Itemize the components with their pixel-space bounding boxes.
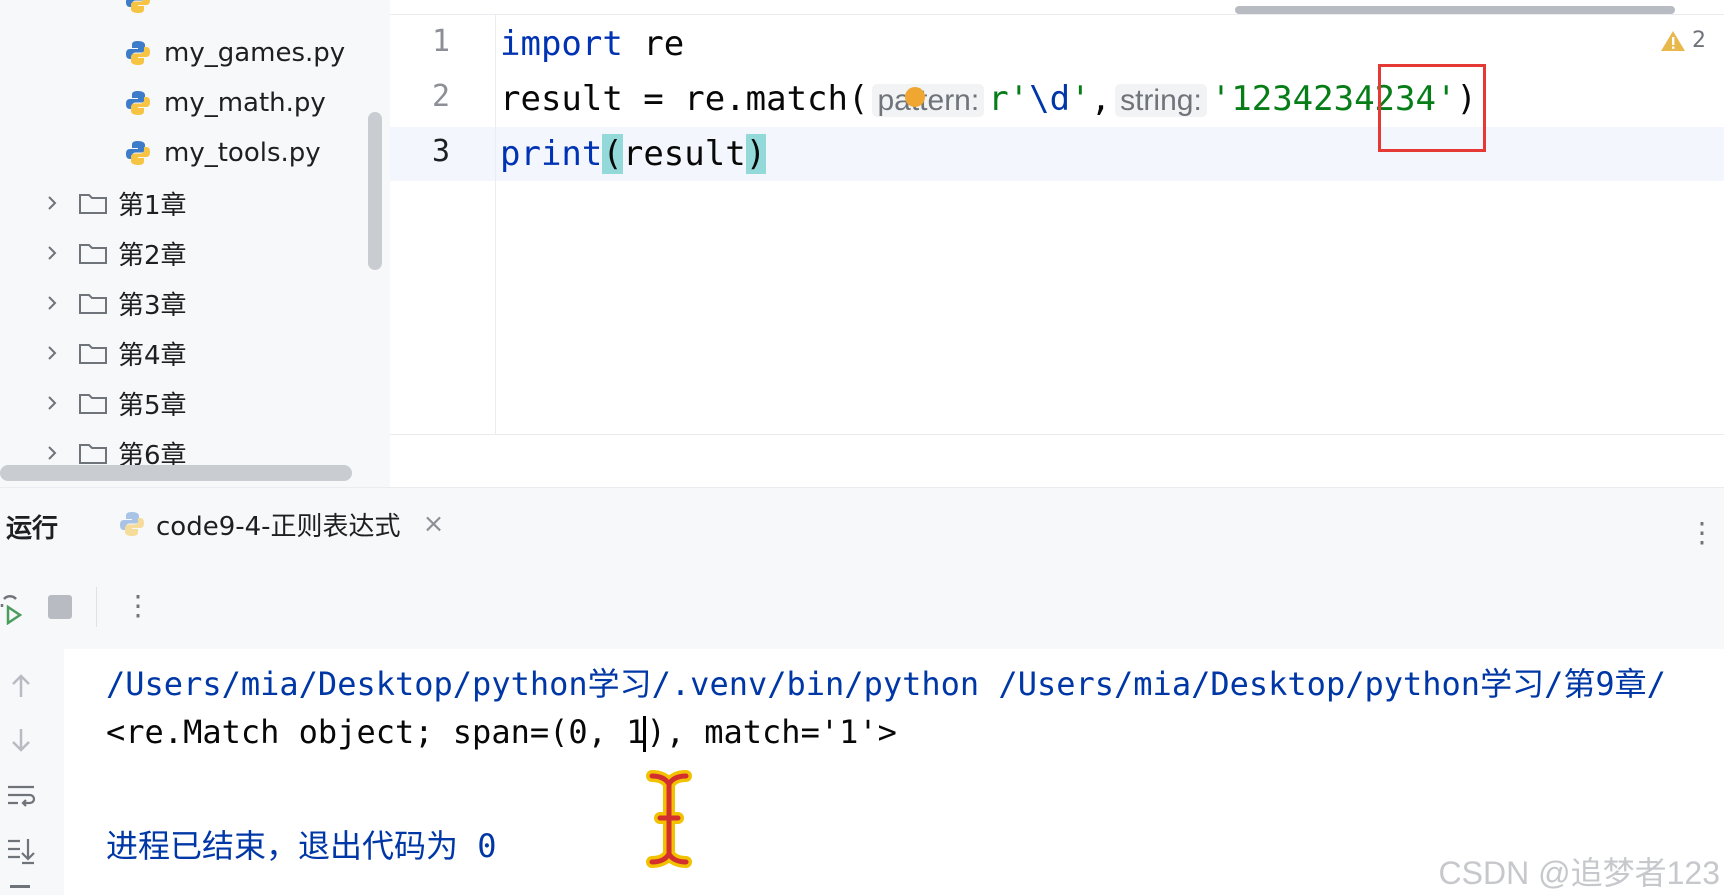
folder-icon [79, 294, 107, 314]
console-output-line: <re.Match object; span=(0, 1), match='1'… [106, 713, 897, 752]
tree-item-folder[interactable]: 第1章 [40, 180, 187, 226]
annotation-highlight-box [1378, 64, 1486, 152]
tree-item-folder[interactable]: 第3章 [40, 280, 187, 326]
folder-icon [79, 344, 107, 364]
line-number: 2 [431, 79, 450, 114]
console-exit-message: 进程已结束，退出代码为 0 [106, 827, 497, 865]
output-text: ), match='1'> [646, 713, 897, 751]
folder-name: 第1章 [118, 190, 187, 221]
python-file-icon [126, 141, 150, 165]
stop-icon[interactable] [48, 595, 72, 619]
close-tab-icon[interactable]: × [423, 509, 445, 539]
chevron-right-icon[interactable] [40, 391, 64, 415]
folder-name: 第2章 [118, 240, 187, 271]
matched-paren-open: ( [602, 134, 623, 174]
tree-item-file[interactable]: my_math.py [124, 80, 326, 126]
console-side-rail [0, 649, 65, 895]
rail-icon-partial[interactable] [10, 885, 30, 888]
run-config-tab[interactable]: code9-4-正则表达式 × [118, 502, 444, 546]
output-text: <re.Match object; span=(0, 1 [106, 713, 646, 751]
run-tab-label: code9-4-正则表达式 [156, 511, 401, 542]
warning-icon [1661, 30, 1685, 51]
line-number: 1 [431, 24, 450, 59]
ibeam-cursor-icon [646, 770, 692, 868]
editor-bottom-border [390, 434, 1724, 435]
chevron-right-icon[interactable] [40, 341, 64, 365]
folder-icon [79, 444, 107, 464]
code-line-3[interactable]: print(result) [500, 127, 767, 181]
file-name: my_games.py [164, 38, 346, 68]
code-editor[interactable]: 1 2 3 import re result = re.match(patter… [390, 0, 1724, 487]
toolbar-more-icon[interactable]: ⋮ [124, 589, 152, 622]
tree-item-folder[interactable]: 第2章 [40, 230, 187, 276]
python-file-icon [126, 0, 150, 13]
toolbar-divider [96, 587, 97, 627]
code-text: result = re.match( [500, 79, 869, 119]
string-pattern-open: r' [988, 79, 1030, 119]
run-toolbar: ⋮ [0, 567, 1724, 650]
string-pattern-close: ' [1070, 79, 1091, 119]
scroll-to-end-icon[interactable] [6, 835, 36, 865]
inspection-widget[interactable]: 2 [1660, 28, 1706, 53]
folder-icon [79, 394, 107, 414]
python-file-icon [120, 512, 144, 536]
line-number: 3 [431, 134, 450, 169]
run-window-title: 运行 [6, 514, 59, 544]
python-file-icon [126, 91, 150, 115]
tree-item-file[interactable]: my_games.py [124, 30, 345, 76]
file-name: my_tools.py [164, 138, 321, 168]
watermark: CSDN @追梦者123 [1438, 855, 1720, 891]
console-command-line: /Users/mia/Desktop/python学习/.venv/bin/py… [106, 665, 1666, 703]
more-options-icon[interactable]: ⋮ [1688, 516, 1716, 549]
param-hint-string: string: [1115, 84, 1207, 117]
project-tree: my_games.py my_math.py my_tools.py 第1章 第… [0, 0, 390, 487]
folder-name: 第5章 [118, 390, 187, 421]
code-line-1[interactable]: import re [500, 17, 684, 71]
code-text: result [622, 134, 746, 174]
editor-horizontal-scrollbar[interactable] [1235, 6, 1675, 14]
arrow-up-icon[interactable] [6, 671, 36, 701]
chevron-right-icon[interactable] [40, 441, 64, 465]
chevron-right-icon[interactable] [40, 291, 64, 315]
matched-paren-close: ) [745, 134, 767, 174]
chevron-right-icon[interactable] [40, 191, 64, 215]
keyword-import: import [500, 24, 623, 64]
tree-item-folder[interactable]: 第5章 [40, 380, 187, 426]
tree-horizontal-scrollbar[interactable] [0, 465, 352, 481]
string-escape-sequence: \d [1029, 79, 1071, 119]
python-file-icon [126, 41, 150, 65]
tree-item-file[interactable]: my_tools.py [124, 130, 321, 176]
folder-icon [79, 194, 107, 214]
code-text: re [622, 24, 685, 64]
folder-name: 第3章 [118, 290, 187, 321]
code-line-2[interactable]: result = re.match(pattern: r'\d', string: '… [500, 72, 1477, 126]
intention-bulb-icon[interactable] [905, 87, 925, 107]
tree-item-folder[interactable]: 第4章 [40, 330, 187, 376]
gutter-divider [495, 14, 496, 434]
run-tool-window-header: 运行 code9-4-正则表达式 × ⋮ [0, 487, 1724, 576]
arrow-down-icon[interactable] [6, 725, 36, 755]
builtin-print: print [500, 134, 603, 174]
folder-name: 第4章 [118, 340, 187, 371]
code-comma: , [1090, 79, 1112, 119]
tree-vertical-scrollbar[interactable] [368, 112, 382, 270]
param-hint-pattern: pattern: [872, 84, 985, 117]
chevron-right-icon[interactable] [40, 241, 64, 265]
folder-icon [79, 244, 107, 264]
file-name: my_math.py [164, 88, 326, 118]
tree-item-cutoff[interactable] [124, 0, 164, 24]
editor-top-border [390, 14, 1724, 15]
rerun-icon[interactable] [0, 593, 26, 625]
warning-count: 2 [1692, 28, 1706, 53]
soft-wrap-icon[interactable] [6, 781, 36, 811]
